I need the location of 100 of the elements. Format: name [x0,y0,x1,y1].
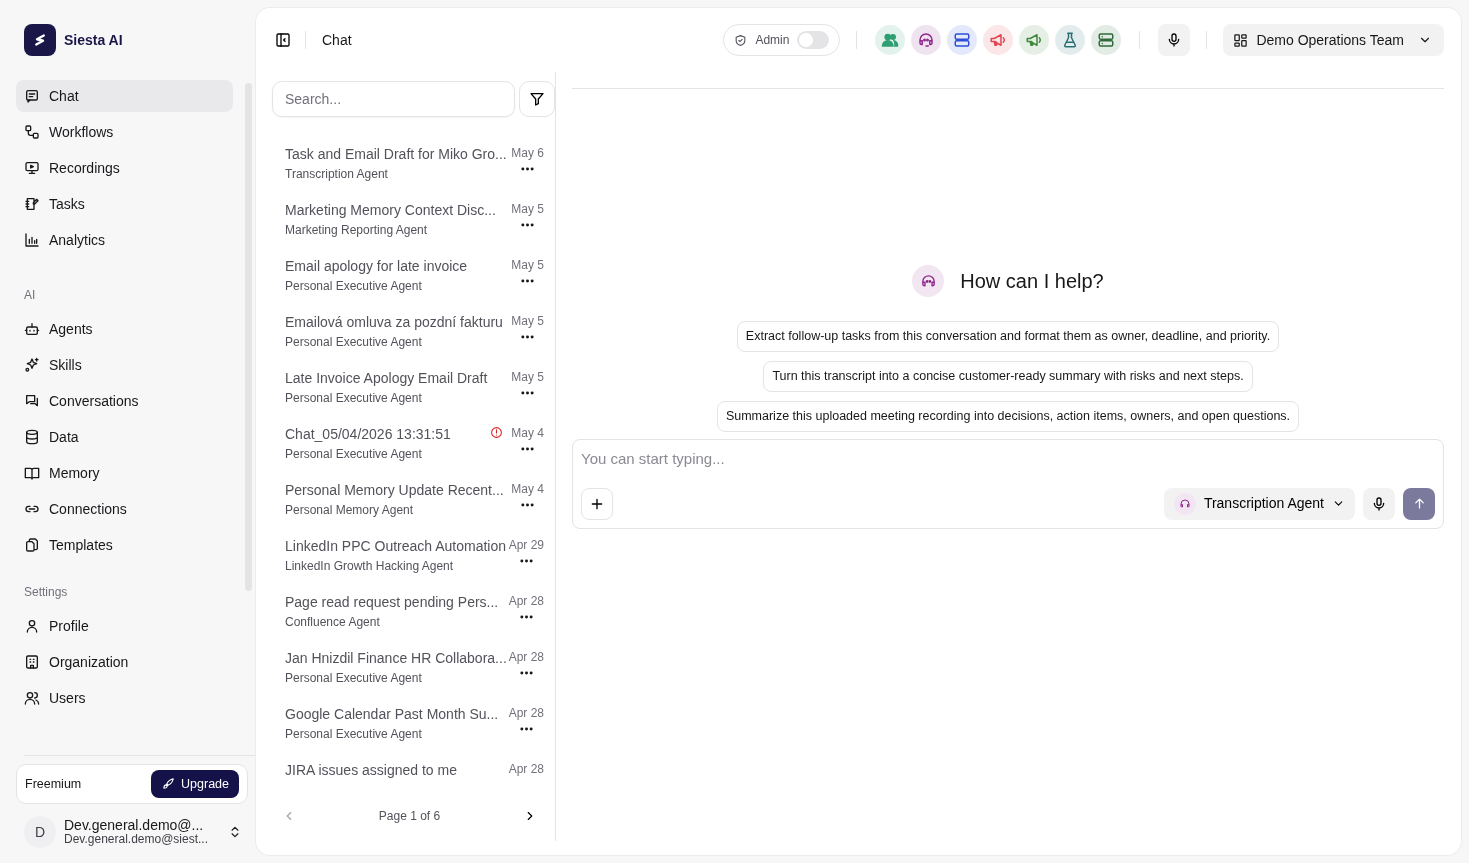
chat-item[interactable]: Google Calendar Past Month Su... Personal Executive Agent Apr 28 [272,701,555,757]
chat-date: May 5 [511,313,544,330]
grid-icon [1233,32,1249,48]
headset-icon [1178,497,1191,510]
chat-date: May 6 [511,145,544,162]
more-icon [521,503,535,507]
plan-label: Freemium [25,775,82,793]
chat-item[interactable]: Task and Email Draft for Miko Gro... Transcription Agent May 6 [272,141,555,197]
chat-item[interactable]: LinkedIn PPC Outreach Automation LinkedIn Growth Hacking Agent Apr 29 [272,533,555,589]
add-button[interactable] [581,487,613,520]
chat-title: Chat_05/04/2026 13:31:51 [285,425,452,444]
chat-item[interactable]: Jan Hnizdil Finance HR Collabora... Personal Executive Agent Apr 28 [272,645,555,701]
agent-name: Transcription Agent [285,166,389,183]
chat-item[interactable]: Personal Memory Update Recent... Personal Memory Agent May 4 [272,477,555,533]
agent-button[interactable] [1019,25,1050,55]
chat-date: Apr 28 [508,593,544,610]
agent-selector[interactable]: Transcription Agent [1163,487,1355,520]
chat-date: May 5 [511,257,544,274]
nav-item[interactable]: Skills [16,349,233,381]
chat-date: Apr 28 [508,705,544,722]
chat-item[interactable]: Late Invoice Apology Email Draft Personal Executive Agent May 5 [272,365,555,421]
chat-title: Late Invoice Apology Email Draft [285,369,489,388]
filter-icon [529,91,545,107]
chat-item[interactable]: Email apology for late invoice Personal Executive Agent May 5 [272,253,555,309]
toggle[interactable] [797,31,830,49]
database-icon [24,429,40,445]
chat-title: Personal Memory Update Recent... [285,481,505,500]
agent-name: Personal Memory Agent [285,502,415,519]
chat-item[interactable]: Page read request pending Pers... Confluence Agent Apr 28 [272,589,555,645]
app-name: Siesta AI [64,30,123,50]
more-icon [521,223,535,227]
agent-name: Personal Executive Agent [285,670,423,687]
microphone-icon [1371,495,1387,512]
more-icon [521,279,535,283]
chat-title: LinkedIn PPC Outreach Automation [285,537,508,556]
book-icon [24,465,40,481]
nav-item[interactable]: Connections [16,493,233,525]
send-button[interactable] [1403,487,1435,520]
nav-item[interactable]: Conversations [16,385,233,417]
nav-item[interactable]: Templates [16,529,233,561]
agent-button[interactable] [947,25,978,55]
microphone-button[interactable] [1363,487,1395,520]
agent-button[interactable] [983,25,1014,55]
nav-item[interactable]: Users [16,682,233,714]
users-icon [24,690,40,706]
suggestion-chip[interactable]: Summarize this uploaded meeting recording into decisions, action items, owners, and open questions. [716,400,1300,432]
admin-label: Admin [755,32,790,49]
chat-item[interactable]: Emailová omluva za pozdní fakturu Personal Executive Agent May 5 [272,309,555,365]
monitor-icon [24,160,40,176]
more-icon [521,447,535,451]
notebook-icon [24,196,40,212]
greeting: How can I help? [960,269,1104,295]
page-title: Chat [322,30,352,50]
chat-item[interactable]: JIRA issues assigned to me Apr 28 [272,757,555,791]
nav-item[interactable]: Workflows [16,116,233,148]
nav-item[interactable]: Analytics [16,224,233,256]
suggestion-chip[interactable]: Extract follow-up tasks from this conversation and format them as owner, deadline, and priority. [736,321,1280,353]
section-label: Settings [23,584,69,601]
agent-button[interactable] [1091,25,1122,55]
chat-icon [24,88,40,104]
nav-item[interactable]: Organization [16,646,233,678]
chat-item[interactable]: Marketing Memory Context Disc... Marketing Reporting Agent May 5 [272,197,555,253]
more-icon [521,335,535,339]
nav-item[interactable]: Profile [16,610,233,642]
chat-date: May 4 [511,481,544,498]
team-selector[interactable]: Demo Operations Team [1223,24,1444,56]
more-icon [519,727,533,731]
user-email: Dev.general.demo@siest... [64,833,210,847]
agent-name: Personal Executive Agent [285,334,423,351]
chat-bubbles-icon [24,393,40,409]
agent-button[interactable] [875,25,906,55]
nav-item[interactable]: Recordings [16,152,233,184]
agent-name: Personal Executive Agent [285,278,423,295]
filter-button[interactable] [519,81,555,117]
nav-item[interactable]: Tasks [16,188,233,220]
agent-name: Personal Executive Agent [285,390,423,407]
agent-button[interactable] [1055,25,1086,55]
more-icon [519,559,533,563]
chat-title: Marketing Memory Context Disc... [285,201,497,220]
agent-name: Personal Executive Agent [285,446,423,463]
nav-item[interactable]: Chat [16,80,233,112]
search-field[interactable]: Search... [272,81,515,117]
chat-item[interactable]: Chat_05/04/2026 13:31:51 Personal Executive Agent May 4 [272,421,555,477]
upgrade-button[interactable]: Upgrade [151,769,239,799]
chat-date: Apr 28 [508,649,544,666]
sidebar-toggle[interactable] [275,32,291,48]
robot-icon [24,321,40,337]
agent-name: Marketing Reporting Agent [285,222,429,239]
section-label: AI [23,287,37,304]
chat-title: Emailová omluva za pozdní fakturu [285,313,504,332]
agent-button[interactable] [911,25,942,55]
suggestion-chip[interactable]: Turn this transcript into a concise customer-ready summary with risks and next steps. [763,361,1253,392]
building-icon [24,654,40,670]
nav-item[interactable]: Data [16,421,233,453]
microphone-button[interactable] [1158,24,1191,56]
nav-item[interactable]: Agents [16,313,233,345]
shield-icon [734,33,748,47]
chat-title: JIRA issues assigned to me [285,761,458,780]
nav-item[interactable]: Memory [16,457,233,489]
workflow-icon [24,124,40,140]
